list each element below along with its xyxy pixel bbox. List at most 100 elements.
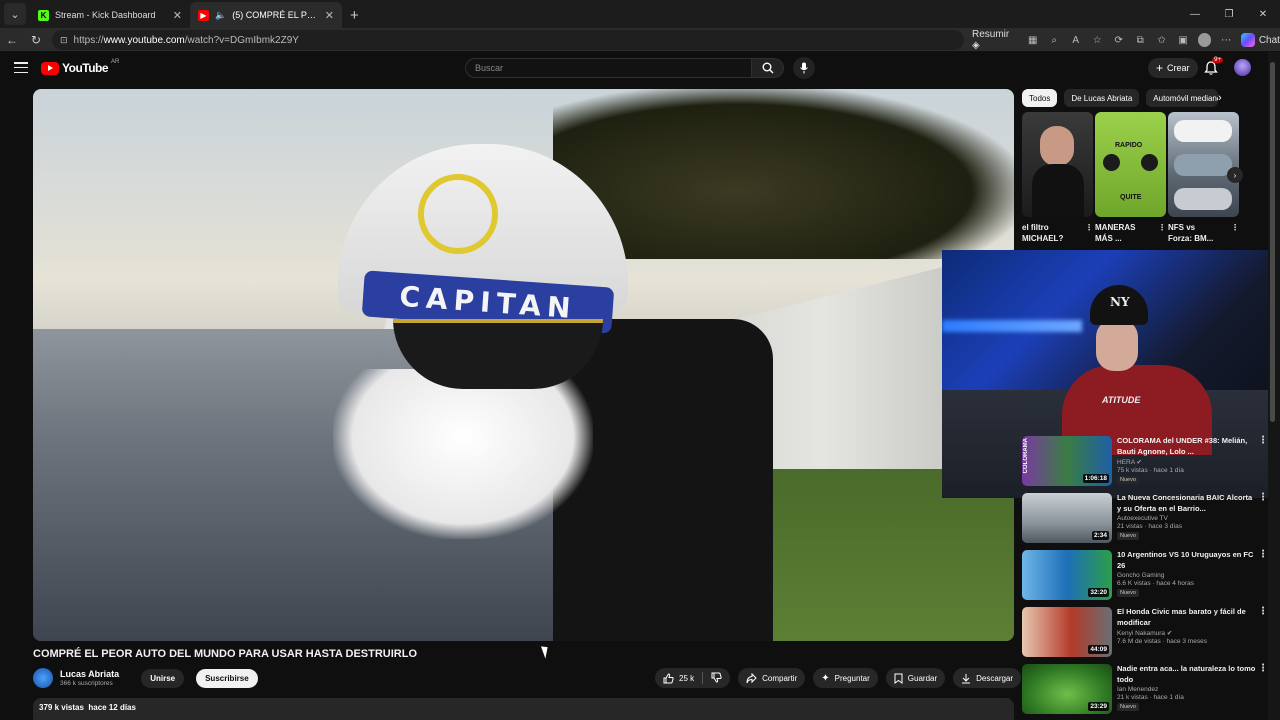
tab-actions-menu-icon[interactable]: ⌄ (4, 3, 26, 25)
more-vertical-icon[interactable]: ⋮ (1085, 222, 1093, 244)
recommended-video[interactable]: 44:09 El Honda Civic mas barato y fácil … (1022, 607, 1268, 664)
video-title: COLORAMA del UNDER #38: Melián, Bauti Ag… (1117, 436, 1248, 456)
subscribe-button[interactable]: Suscribirse (196, 668, 258, 688)
close-window-icon[interactable]: ✕ (1246, 0, 1280, 28)
short-thumbnail (1022, 112, 1093, 217)
shorts-shelf: el filtro MICHAEL? ⋮ RAPIDO QUITE MANERAS M… (1022, 112, 1239, 244)
bookmark-icon (894, 673, 903, 684)
profile-avatar[interactable] (1197, 33, 1212, 47)
refresh-extension-icon[interactable]: ⟳ (1112, 35, 1125, 46)
short-thumbnail: RAPIDO QUITE (1095, 112, 1166, 217)
more-vertical-icon[interactable]: ⋮ (1231, 222, 1239, 244)
minimize-icon[interactable]: — (1178, 0, 1212, 28)
share-icon (746, 672, 757, 683)
page-scrollbar[interactable] (1268, 52, 1280, 720)
close-tab-icon[interactable]: ✕ (173, 9, 182, 22)
restore-icon[interactable]: ❐ (1212, 0, 1246, 28)
close-tab-icon[interactable]: ✕ (325, 9, 334, 22)
recommended-video[interactable]: 23:29 Nadie entra aca... la naturaleza l… (1022, 664, 1268, 720)
shorts-next-icon[interactable]: › (1227, 167, 1243, 183)
browser-tab-kick[interactable]: K Stream - Kick Dashboard ✕ (30, 2, 190, 28)
video-stats: 6.6 K vistas · hace 4 horas (1117, 580, 1194, 587)
share-button[interactable]: Compartir (738, 668, 806, 688)
ship-wheel-emblem (418, 174, 498, 254)
video-duration: 23:29 (1088, 702, 1109, 711)
favorite-star-icon[interactable]: ☆ (1090, 35, 1103, 46)
url-text: https://www.youtube.com/watch?v=DGmIbmk2… (73, 34, 299, 46)
account-avatar[interactable] (1234, 59, 1251, 76)
new-tab-icon[interactable]: + (350, 7, 359, 24)
description-box[interactable]: 379 k vistas hace 12 días (33, 698, 1014, 720)
join-button[interactable]: Unirse (141, 668, 185, 688)
channel-name[interactable]: Lucas Abriata (60, 669, 119, 679)
chip-channel[interactable]: De Lucas Abriata (1064, 89, 1140, 107)
video-duration: 1:06:18 (1082, 474, 1109, 483)
dislike-button[interactable] (711, 672, 722, 685)
short-title: el filtro MICHAEL? (1022, 223, 1064, 243)
verified-icon: ✔ (1136, 459, 1142, 466)
summarize-button[interactable]: Resumir ◈ (972, 29, 1018, 51)
extensions-icon[interactable]: ⧉ (1133, 35, 1146, 46)
video-actions: 25 k Compartir ✦ Preguntar Guardar Desca… (655, 668, 1050, 688)
download-button[interactable]: Descargar (953, 668, 1022, 688)
thumbs-up-icon (663, 672, 674, 683)
browser-tab-youtube[interactable]: ▶ 🔈 (5) COMPRÉ EL PEOR AUTO D ✕ (190, 2, 342, 28)
channel-row: Lucas Abriata 366 k suscriptores Unirse … (33, 667, 270, 689)
microphone-icon (800, 62, 808, 74)
recommended-video[interactable]: 32:20 10 Argentinos VS 10 Uruguayos en F… (1022, 550, 1268, 607)
more-vertical-icon[interactable]: ⋮ (1258, 436, 1268, 493)
subscriber-count: 366 k suscriptores (60, 680, 113, 687)
chip-midsize-car[interactable]: Automóvil mediano (1146, 89, 1219, 107)
more-vertical-icon[interactable]: ⋮ (1258, 607, 1268, 664)
more-vertical-icon[interactable]: ⋮ (1258, 550, 1268, 607)
favorites-icon[interactable]: ✩ (1155, 35, 1168, 46)
video-thumbnail: 2:34 (1022, 493, 1112, 543)
reader-view-icon[interactable]: ▦ (1026, 35, 1039, 46)
new-badge: Nuevo (1117, 532, 1139, 540)
video-duration: 44:09 (1088, 645, 1109, 654)
voice-search-button[interactable] (793, 57, 815, 79)
zoom-icon[interactable]: ⌕ (1047, 35, 1060, 46)
new-badge: Nuevo (1117, 703, 1139, 711)
video-stats: 75 k vistas · hace 1 día (1117, 467, 1184, 474)
back-icon[interactable]: ← (0, 33, 24, 47)
video-player[interactable]: CAPITAN (33, 89, 1014, 641)
copilot-icon (1240, 33, 1255, 47)
channel-avatar[interactable] (33, 668, 53, 688)
short-item[interactable]: RAPIDO QUITE MANERAS MÁS ... ⋮ (1095, 112, 1166, 244)
verified-icon: ✔ (1166, 630, 1173, 637)
collections-icon[interactable]: ▣ (1176, 35, 1189, 46)
more-vertical-icon[interactable]: ⋮ (1258, 664, 1268, 720)
read-aloud-icon[interactable]: A (1069, 35, 1082, 46)
video-stats: 21 k vistas · hace 1 día (1117, 694, 1184, 701)
scrollbar-thumb[interactable] (1270, 62, 1275, 422)
video-duration: 2:34 (1091, 531, 1109, 540)
search-button[interactable] (752, 58, 784, 78)
youtube-logo[interactable]: YouTube AR (41, 59, 119, 75)
save-button[interactable]: Guardar (885, 668, 946, 688)
reload-icon[interactable]: ↻ (24, 33, 48, 47)
mouse-cursor-icon (540, 644, 552, 659)
menu-hamburger-icon[interactable] (14, 62, 28, 73)
recommended-video[interactable]: 2:34 La Nueva Concesionaria BAIC Alcorta… (1022, 493, 1268, 550)
recommended-video[interactable]: COLORAMA 1:06:18 COLORAMA del UNDER #38:… (1022, 436, 1268, 493)
tab-audio-icon[interactable]: 🔈 (215, 10, 226, 21)
chip-all[interactable]: Todos (1022, 89, 1058, 107)
like-button[interactable]: 25 k (663, 672, 694, 684)
more-vertical-icon[interactable]: ⋮ (1258, 493, 1268, 550)
chevron-right-icon[interactable]: › (1218, 92, 1222, 104)
controller-buttons-icon (1103, 154, 1158, 172)
short-item[interactable]: el filtro MICHAEL? ⋮ (1022, 112, 1093, 244)
notifications-button[interactable]: 9+ (1203, 57, 1223, 76)
more-vertical-icon[interactable]: ⋮ (1158, 222, 1166, 244)
copilot-chat-button[interactable]: Chat (1240, 33, 1280, 47)
site-info-icon[interactable]: ⊡ (60, 35, 68, 46)
video-thumbnail: 32:20 (1022, 550, 1112, 600)
create-button[interactable]: + Crear (1148, 58, 1198, 78)
search-input[interactable]: Buscar (465, 58, 752, 78)
tab-title: Stream - Kick Dashboard (55, 10, 156, 20)
channel-name: Goncho Gaming (1117, 572, 1165, 579)
more-menu-icon[interactable]: ⋯ (1219, 35, 1232, 46)
ask-button[interactable]: ✦ Preguntar (813, 668, 878, 688)
address-bar[interactable]: ⊡ https://www.youtube.com/watch?v=DGmIbm… (52, 30, 964, 50)
